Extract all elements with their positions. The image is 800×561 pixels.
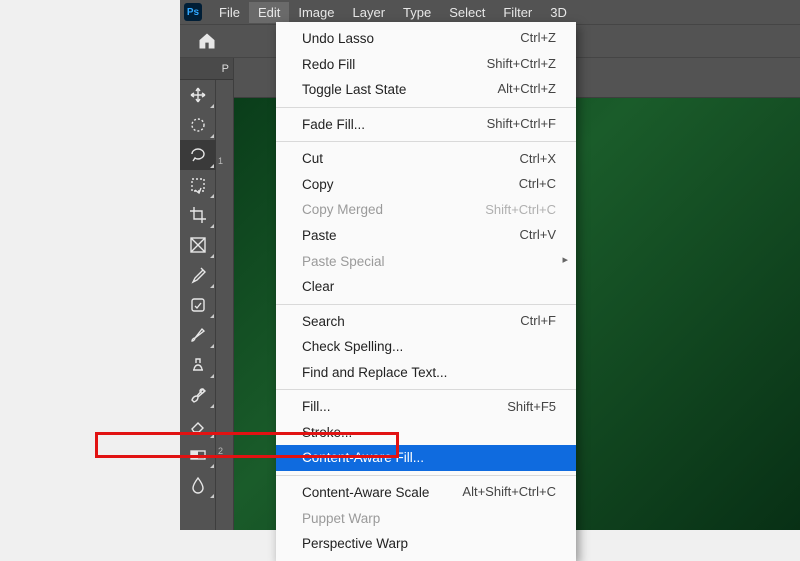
menu-item-shortcut: Ctrl+Z <box>520 29 556 48</box>
toolbar <box>180 80 216 530</box>
menu-item-content-aware-fill[interactable]: Content-Aware Fill... <box>276 445 576 471</box>
menu-item-fill[interactable]: Fill... Shift+F5 <box>276 394 576 420</box>
menu-item-label: Toggle Last State <box>302 80 406 100</box>
menu-item-shortcut: Ctrl+F <box>520 312 556 331</box>
ruler-tick: 1 <box>218 156 223 166</box>
menu-item-check-spelling[interactable]: Check Spelling... <box>276 334 576 360</box>
menu-item-shortcut: Ctrl+C <box>519 175 556 194</box>
menu-item-shortcut: Shift+Ctrl+F <box>487 115 556 134</box>
menu-separator <box>276 304 576 305</box>
menu-item-label: Cut <box>302 149 323 169</box>
menu-item-shortcut: Ctrl+X <box>520 150 556 169</box>
photoshop-window: Ps File Edit Image Layer Type Select Fil… <box>180 0 800 530</box>
menu-item-shortcut: Ctrl+V <box>520 226 556 245</box>
menu-file[interactable]: File <box>210 2 249 23</box>
menu-item-label: Fade Fill... <box>302 115 365 135</box>
menu-separator <box>276 389 576 390</box>
menu-item-label: Redo Fill <box>302 55 355 75</box>
menu-item-label: Copy Merged <box>302 200 383 220</box>
frame-tool-icon[interactable] <box>180 230 216 260</box>
panel-tab[interactable]: P <box>180 58 233 80</box>
ruler-vertical: 1 2 <box>216 98 234 530</box>
menu-layer[interactable]: Layer <box>344 2 395 23</box>
quick-select-tool-icon[interactable] <box>180 170 216 200</box>
app-logo-icon: Ps <box>184 3 202 21</box>
menu-filter[interactable]: Filter <box>494 2 541 23</box>
menu-item-shortcut: Alt+Ctrl+Z <box>497 80 556 99</box>
menu-separator <box>276 475 576 476</box>
menu-item-label: Perspective Warp <box>302 534 408 554</box>
healing-brush-tool-icon[interactable] <box>180 290 216 320</box>
menu-item-label: Copy <box>302 175 334 195</box>
menu-item-cut[interactable]: Cut Ctrl+X <box>276 146 576 172</box>
gradient-tool-icon[interactable] <box>180 440 216 470</box>
brush-tool-icon[interactable] <box>180 320 216 350</box>
menu-item-label: Content-Aware Fill... <box>302 448 424 468</box>
menu-item-fade-fill[interactable]: Fade Fill... Shift+Ctrl+F <box>276 112 576 138</box>
menu-item-undo-lasso[interactable]: Undo Lasso Ctrl+Z <box>276 26 576 52</box>
menu-item-shortcut: Shift+Ctrl+Z <box>487 55 556 74</box>
menu-type[interactable]: Type <box>394 2 440 23</box>
menu-item-stroke[interactable]: Stroke... <box>276 420 576 446</box>
menu-separator <box>276 141 576 142</box>
menu-item-label: Paste <box>302 226 337 246</box>
menu-item-shortcut: Shift+Ctrl+C <box>485 201 556 220</box>
history-brush-tool-icon[interactable] <box>180 380 216 410</box>
menu-select[interactable]: Select <box>440 2 494 23</box>
menu-item-puppet-warp: Puppet Warp <box>276 506 576 532</box>
menu-item-clear[interactable]: Clear <box>276 274 576 300</box>
home-button[interactable] <box>180 25 234 57</box>
lasso-tool-icon[interactable] <box>180 140 216 170</box>
menu-item-label: Search <box>302 312 345 332</box>
menu-separator <box>276 107 576 108</box>
menu-item-copy[interactable]: Copy Ctrl+C <box>276 172 576 198</box>
menu-item-label: Puppet Warp <box>302 509 380 529</box>
menu-edit[interactable]: Edit <box>249 2 289 23</box>
menu-item-label: Find and Replace Text... <box>302 363 447 383</box>
menu-item-perspective-warp[interactable]: Perspective Warp <box>276 531 576 557</box>
menu-item-label: Clear <box>302 277 334 297</box>
marquee-tool-icon[interactable] <box>180 110 216 140</box>
ruler-tick: 2 <box>218 446 223 456</box>
menu-item-label: Content-Aware Scale <box>302 483 429 503</box>
menu-item-label: Fill... <box>302 397 331 417</box>
menubar: Ps File Edit Image Layer Type Select Fil… <box>180 0 800 24</box>
home-icon <box>197 31 217 51</box>
menu-image[interactable]: Image <box>289 2 343 23</box>
menu-item-content-aware-scale[interactable]: Content-Aware Scale Alt+Shift+Ctrl+C <box>276 480 576 506</box>
menu-item-shortcut: Shift+F5 <box>507 398 556 417</box>
menu-item-search[interactable]: Search Ctrl+F <box>276 309 576 335</box>
menu-item-paste-special: Paste Special <box>276 249 576 275</box>
menu-item-label: Paste Special <box>302 252 385 272</box>
eyedropper-tool-icon[interactable] <box>180 260 216 290</box>
edit-menu-dropdown: Undo Lasso Ctrl+Z Redo Fill Shift+Ctrl+Z Tog… <box>276 22 576 561</box>
menu-item-paste[interactable]: Paste Ctrl+V <box>276 223 576 249</box>
menu-3d[interactable]: 3D <box>541 2 576 23</box>
blur-tool-icon[interactable] <box>180 470 216 500</box>
eraser-tool-icon[interactable] <box>180 410 216 440</box>
menu-item-label: Stroke... <box>302 423 352 443</box>
menu-item-find-and-replace-text[interactable]: Find and Replace Text... <box>276 360 576 386</box>
menu-item-label: Check Spelling... <box>302 337 403 357</box>
menu-item-redo-fill[interactable]: Redo Fill Shift+Ctrl+Z <box>276 52 576 78</box>
move-tool-icon[interactable] <box>180 80 216 110</box>
menu-item-toggle-last-state[interactable]: Toggle Last State Alt+Ctrl+Z <box>276 77 576 103</box>
crop-tool-icon[interactable] <box>180 200 216 230</box>
clone-stamp-tool-icon[interactable] <box>180 350 216 380</box>
menu-item-copy-merged: Copy Merged Shift+Ctrl+C <box>276 197 576 223</box>
menu-item-shortcut: Alt+Shift+Ctrl+C <box>462 483 556 502</box>
menu-item-label: Undo Lasso <box>302 29 374 49</box>
